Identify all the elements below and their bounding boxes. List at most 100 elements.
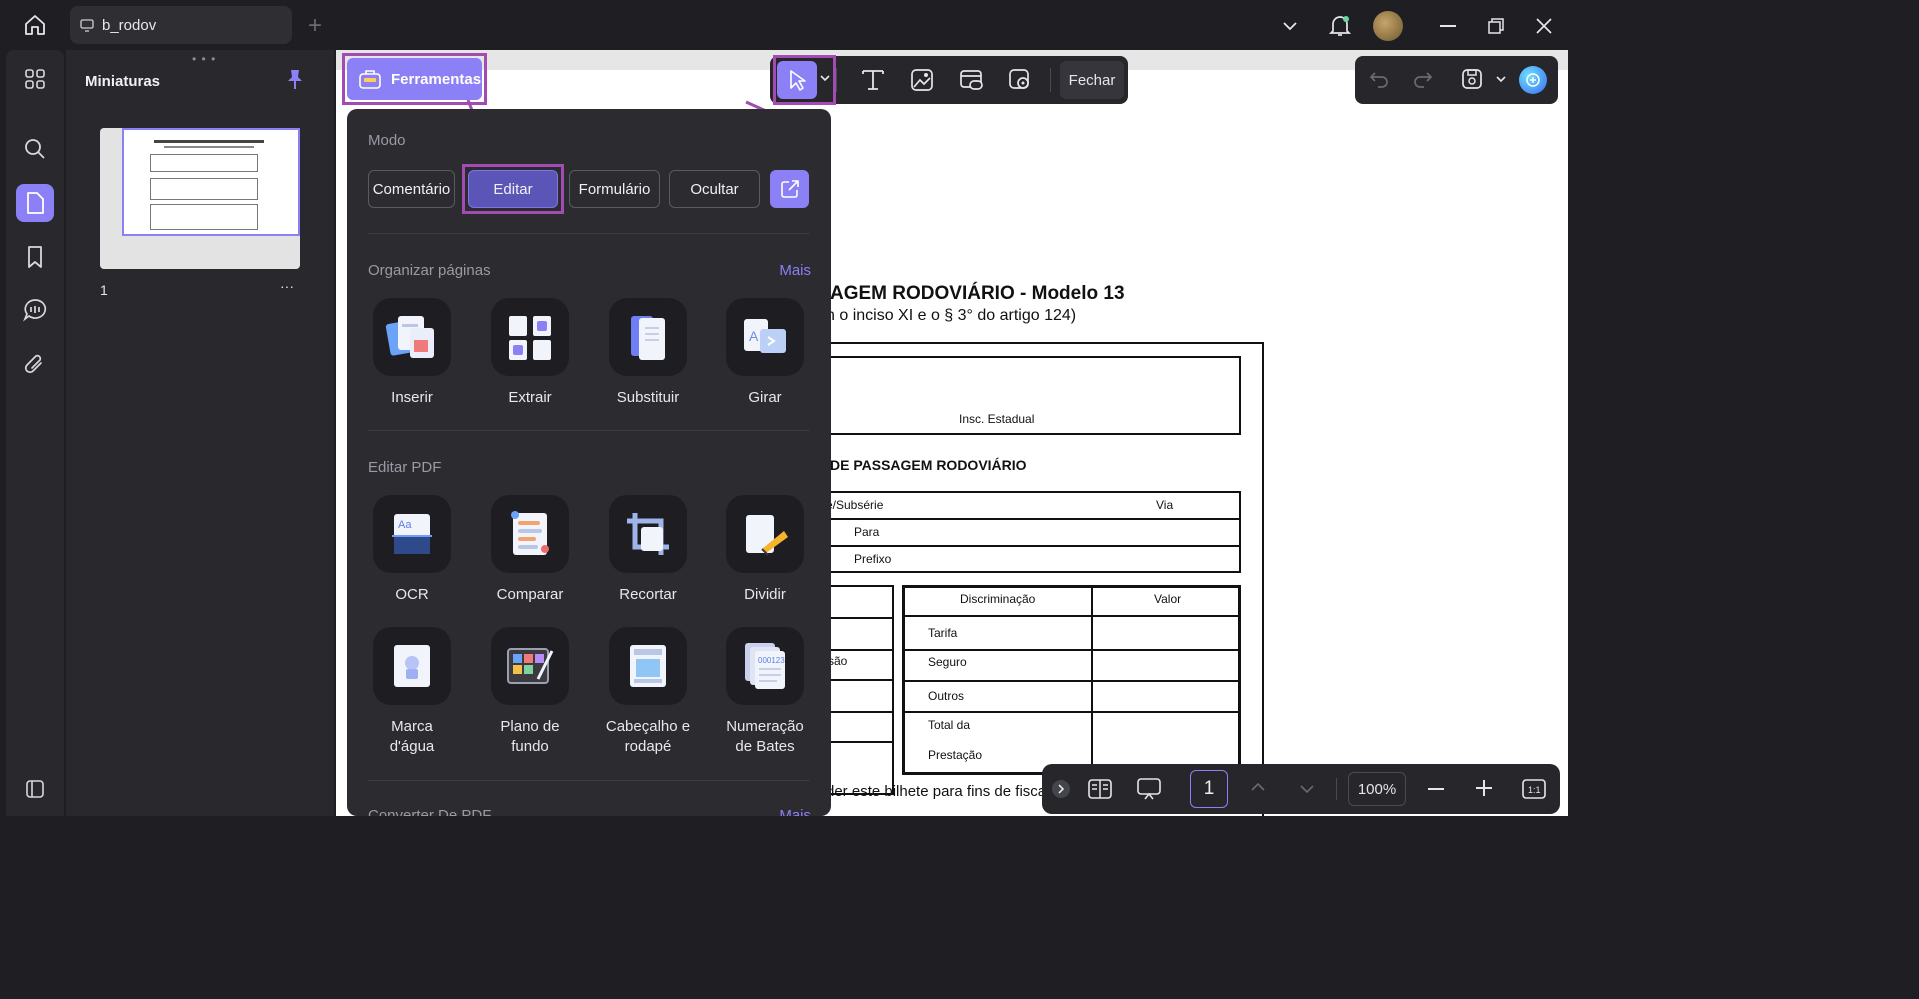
bates-numbering-tool[interactable]: 000123 Numeração de Bates [710,627,820,757]
tool-label: Dividir [744,586,786,603]
header-footer-icon [609,627,687,705]
bottom-navigation-bar: 1 100% 1:1 [1042,764,1560,814]
compare-icon [491,495,569,573]
mode-comment-button[interactable]: Comentário [368,170,455,208]
chevron-down-icon[interactable] [1496,75,1506,83]
split-tool[interactable]: Dividir [710,495,820,605]
doc-row-line [830,545,1239,547]
save-icon[interactable] [1461,68,1483,90]
thumbnail-box [150,178,258,200]
compare-tool[interactable]: Comparar [475,495,585,605]
background-icon [491,627,569,705]
svg-text:000123: 000123 [758,656,785,665]
next-page-icon[interactable] [1299,784,1315,794]
highlight-box [462,164,564,214]
undo-icon[interactable] [1369,70,1389,88]
doc-row-line [905,615,1238,617]
actual-size-icon[interactable]: 1:1 [1522,778,1546,800]
background-tool[interactable]: Plano de fundo [475,627,585,757]
section-divider [368,430,810,431]
zoom-level-field[interactable]: 100% [1348,772,1406,806]
attachment-icon[interactable] [16,346,54,384]
close-icon[interactable] [1532,14,1556,38]
add-tab-button[interactable]: + [308,12,322,40]
highlight-box [773,55,836,105]
bookmark-icon[interactable] [16,238,54,276]
thumbnail-line [154,140,264,143]
stamp-tool-icon[interactable] [1008,68,1032,92]
tool-label-line1: Numeração [726,718,804,735]
thumbnail-box [150,204,258,230]
doc-info-box [830,491,1241,573]
drag-handle[interactable]: • • • [192,52,216,66]
external-link-icon [780,180,799,198]
tab-title: b_rodov [102,16,157,34]
crop-icon [609,495,687,573]
pages-icon[interactable] [16,184,54,222]
doc-disc-header: Discriminação [960,592,1036,606]
ocr-tool[interactable]: Aa OCR [357,495,467,605]
thumbnail-line [164,146,254,148]
watermark-tool[interactable]: Marca d'água [357,627,467,757]
convert-more-link[interactable]: Mais [779,807,811,816]
watermark-icon [373,627,451,705]
organize-section-title: Organizar páginas [368,262,491,279]
doc-subheading: n o inciso XI e o § 3° do artigo 124) [826,307,1077,324]
doc-row-line [830,679,892,681]
thumbnail-page [122,128,300,236]
theme-icon[interactable] [16,770,54,808]
thumbnail-more-button[interactable]: ··· [280,278,294,294]
home-icon[interactable] [20,12,50,38]
pin-icon[interactable] [284,68,306,90]
doc-left-table [830,585,894,795]
notification-bell-icon[interactable] [1326,12,1354,40]
ai-assistant-icon[interactable] [1519,66,1547,94]
image-tool-icon[interactable] [910,68,934,92]
expand-bar-button[interactable] [1052,780,1070,798]
page-thumbnail[interactable] [100,128,300,269]
mode-redact-button[interactable]: Ocultar [669,170,760,208]
chevron-down-icon[interactable] [1278,14,1302,38]
tool-label: OCR [395,586,429,603]
minimize-icon[interactable] [1436,14,1460,38]
section-divider [368,233,810,234]
replace-tool[interactable]: Substituir [593,298,703,408]
text-tool-icon[interactable] [860,68,886,92]
replace-pages-icon [609,298,687,376]
crop-tool[interactable]: Recortar [593,495,703,605]
search-icon[interactable] [16,130,54,168]
tool-label-line1: Plano de [500,718,560,735]
extract-tool[interactable]: Extrair [475,298,585,408]
insert-tool[interactable]: Inserir [357,298,467,408]
undo-save-toolbar [1355,56,1558,104]
organize-more-link[interactable]: Mais [779,262,811,279]
mode-form-button[interactable]: Formulário [569,170,660,208]
previous-page-icon[interactable] [1250,782,1266,792]
close-edit-button[interactable]: Fechar [1060,61,1124,99]
doc-frame-top [830,342,1264,344]
rotate-pages-icon: A [726,298,804,376]
presentation-icon[interactable] [1136,777,1162,801]
edit-section-title: Editar PDF [368,459,442,476]
restore-icon[interactable] [1484,14,1508,38]
doc-values-table [902,585,1241,775]
zoom-out-icon[interactable] [1428,788,1444,790]
comments-icon[interactable] [16,291,54,329]
doc-row-line [830,617,892,619]
page-number-input[interactable]: 1 [1190,770,1228,808]
svg-text:1:1: 1:1 [1528,785,1541,795]
rotate-tool[interactable]: A Girar [710,298,820,408]
link-tool-icon[interactable] [959,68,985,92]
zoom-in-icon[interactable] [1476,780,1492,796]
redo-icon[interactable] [1413,70,1433,88]
chevron-right-icon [1058,784,1065,794]
open-external-button[interactable] [770,170,809,208]
apps-grid-icon[interactable] [16,60,54,98]
document-tab[interactable]: b_rodov [70,6,292,44]
avatar[interactable] [1373,11,1403,41]
mode-section-title: Modo [368,132,406,149]
header-footer-tool[interactable]: Cabeçalho e rodapé [593,627,703,757]
page-layout-icon[interactable] [1088,778,1112,800]
title-bar: b_rodov + [0,0,1568,50]
section-divider [368,780,810,781]
